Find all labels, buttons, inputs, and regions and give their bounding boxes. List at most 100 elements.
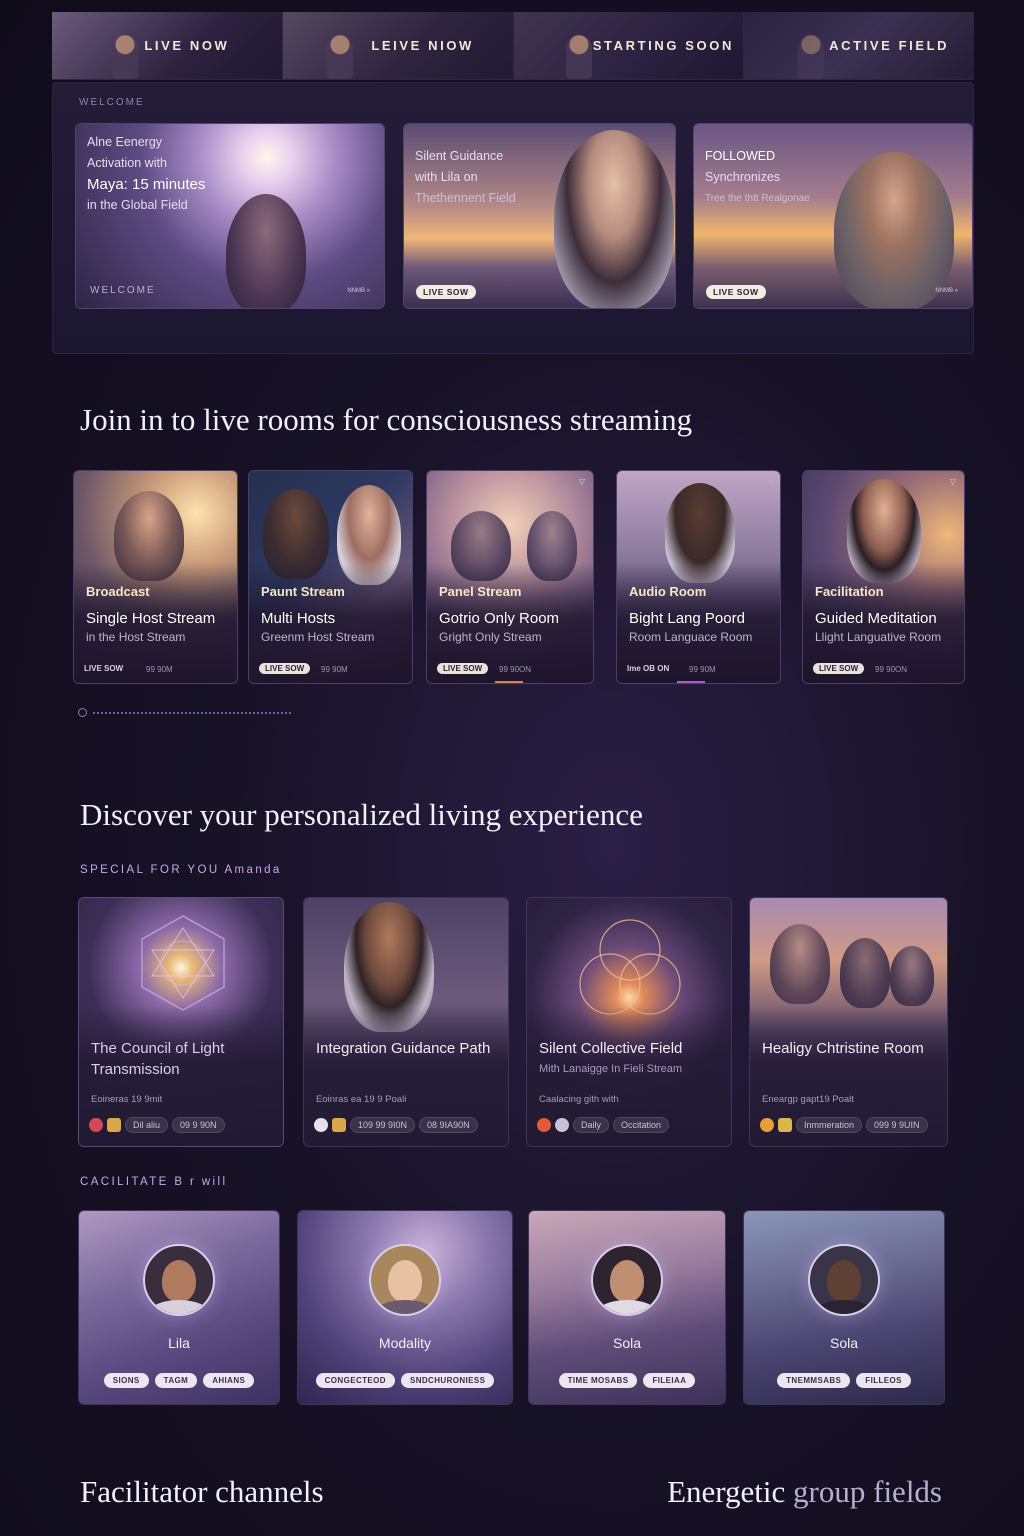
room-time: 99 90ON	[499, 665, 532, 674]
facilitator-card-modality[interactable]: Modality CONGECTEOD SNDCHURONIESS	[297, 1210, 513, 1405]
discover-card-healing-room[interactable]: Healigy Chtristine Room Eneargp gapt19 P…	[749, 897, 948, 1147]
chip[interactable]: Inmmeration	[796, 1117, 863, 1133]
room-card-paunt-stream[interactable]: Paunt Stream Multi Hosts Greenm Host Str…	[248, 470, 413, 684]
welcome-card-followed[interactable]: FOLLOWED Synchronizes Tree the thtt Real…	[693, 123, 973, 309]
discover-card-meta: Eoinras ea 19 9 Poali	[316, 1094, 407, 1105]
tag[interactable]: AHIANS	[203, 1373, 255, 1388]
room-card-facilitation[interactable]: ▽ Facilitation Guided Meditation Llight …	[802, 470, 965, 684]
discover-card-chips: Dil aliu 09 9 90N	[89, 1117, 225, 1133]
welcome-card-text: Alne Eenergy Activation with Maya: 15 mi…	[87, 132, 205, 216]
person-photo	[770, 924, 830, 1004]
card-line: with Lila on	[415, 170, 478, 184]
carousel-track	[93, 711, 291, 714]
carousel-start-icon[interactable]	[78, 708, 87, 717]
bird-icon	[555, 1118, 569, 1132]
avatar[interactable]	[369, 1244, 441, 1316]
heart-icon[interactable]	[314, 1118, 328, 1132]
tag[interactable]: FILEIAA	[643, 1373, 696, 1388]
discover-card-silent-collective-field[interactable]: Silent Collective Field Mith Lanaigge In…	[526, 897, 732, 1147]
welcome-card-text: FOLLOWED Synchronizes Tree the thtt Real…	[705, 146, 810, 209]
facilitator-tags: TIME MOSABS FILEIAA	[529, 1373, 725, 1388]
facilitator-channels-heading[interactable]: Facilitator channels	[80, 1474, 324, 1510]
welcome-card-energy-activation[interactable]: Alne Eenergy Activation with Maya: 15 mi…	[75, 123, 385, 309]
tab-label: STARTING SOON	[592, 38, 734, 53]
room-card-panel-stream[interactable]: ▽ Panel Stream Gotrio Only Room Gright O…	[426, 470, 594, 684]
discover-card-title: Silent Collective Field	[539, 1040, 683, 1057]
heart-icon[interactable]	[537, 1118, 551, 1132]
chip[interactable]: 08 9IA90N	[419, 1117, 478, 1133]
chip[interactable]: 099 9 9UIN	[866, 1117, 928, 1133]
facilitate-eyebrow: CACILITATE B r will	[80, 1176, 228, 1188]
live-rooms-heading: Join in to live rooms for consciousness …	[80, 402, 693, 437]
room-category: Panel Stream	[439, 584, 522, 599]
chip[interactable]: 109 99 9I0N	[350, 1117, 416, 1133]
room-category: Paunt Stream	[261, 584, 345, 599]
room-title: Single Host Stream	[86, 610, 216, 627]
live-pill: LIVE SOW	[259, 663, 311, 674]
discover-card-chips: Daily Occitation	[537, 1117, 670, 1133]
facilitator-name: Sola	[612, 1335, 642, 1351]
room-corner-icon: ▽	[949, 477, 956, 486]
heart-icon[interactable]	[760, 1118, 774, 1132]
welcome-panel: WELCOME Alne Eenergy Activation with May…	[52, 82, 974, 354]
person-portrait	[834, 152, 954, 308]
discover-card-meta: Eneargp gapt19 Poalt	[762, 1094, 854, 1105]
chip[interactable]: 09 9 90N	[172, 1117, 225, 1133]
tab-thumbnail	[326, 35, 353, 79]
tag[interactable]: FILLEOS	[856, 1373, 911, 1388]
discover-card-meta: Eoineras 19 9mit	[91, 1094, 163, 1105]
room-subtitle: Room Languace Room	[629, 630, 753, 644]
live-pill: LIVE SOW	[84, 664, 124, 673]
tag[interactable]: TNEMMSABS	[777, 1373, 851, 1388]
live-pill: LIVE SOW	[416, 285, 476, 299]
person-silhouette	[226, 194, 306, 308]
card-mini-label: NNMB »	[935, 288, 958, 294]
tab-label: LIVE NOW	[144, 38, 230, 53]
facilitator-card-sola-2[interactable]: Sola TNEMMSABS FILLEOS	[743, 1210, 945, 1405]
facilitator-tags: CONGECTEOD SNDCHURONIESS	[298, 1373, 512, 1388]
tag[interactable]: TIME MOSABS	[558, 1373, 638, 1388]
energetic-group-fields-heading[interactable]: Energetic group fields	[667, 1474, 942, 1510]
facilitator-tags: TNEMMSABS FILLEOS	[744, 1373, 944, 1388]
room-category: Facilitation	[815, 584, 884, 599]
room-title: Gotrio Only Room	[439, 610, 560, 627]
tab-live-now[interactable]: LIVE NOW	[52, 12, 283, 79]
heading-strong: Energetic	[667, 1474, 786, 1509]
room-card-audio-room[interactable]: · Audio Room Bight Lang Poord Room Langu…	[616, 470, 781, 684]
carousel-indicator[interactable]	[78, 708, 291, 717]
welcome-card-silent-guidance[interactable]: Silent Guidance with Lila on Thethennent…	[403, 123, 676, 309]
facilitator-card-sola[interactable]: Sola TIME MOSABS FILEIAA	[528, 1210, 726, 1405]
tag[interactable]: SIONS	[103, 1373, 149, 1388]
card-line: Tree the thtt Realgonae	[705, 193, 810, 204]
tag[interactable]: TAGM	[154, 1373, 198, 1388]
chip[interactable]: Dil aliu	[125, 1117, 169, 1133]
room-card-broadcast[interactable]: · Broadcast Single Host Stream in the Ho…	[73, 470, 238, 684]
live-pill: Ime OB ON	[627, 664, 670, 673]
chip[interactable]: Daily	[573, 1117, 610, 1133]
heart-icon[interactable]	[89, 1118, 103, 1132]
room-corner-icon: ·	[226, 477, 229, 486]
tag[interactable]: CONGECTEOD	[315, 1373, 395, 1388]
live-pill: LIVE SOW	[437, 663, 489, 674]
person-photo	[840, 938, 890, 1008]
avatar[interactable]	[808, 1244, 880, 1316]
room-subtitle: Llight Languative Room	[815, 630, 942, 644]
live-pill: LIVE SOW	[706, 285, 766, 299]
card-line: Activation with	[87, 156, 167, 170]
card-line: Silent Guidance	[415, 149, 504, 163]
chip[interactable]: Occitation	[613, 1117, 670, 1133]
room-category: Audio Room	[629, 584, 707, 599]
person-photo	[890, 946, 934, 1006]
welcome-eyebrow: WELCOME	[79, 97, 145, 108]
tab-leive-niow[interactable]: LEIVE NIOW	[282, 12, 514, 79]
discover-card-integration-guidance[interactable]: Integration Guidance Path Eoinras ea 19 …	[303, 897, 509, 1147]
badge-icon	[332, 1118, 346, 1132]
facilitator-card-lila[interactable]: Lila SIONS TAGM AHIANS	[78, 1210, 280, 1405]
avatar[interactable]	[143, 1244, 215, 1316]
avatar[interactable]	[591, 1244, 663, 1316]
tag[interactable]: SNDCHURONIESS	[400, 1373, 495, 1388]
tab-label: LEIVE NIOW	[371, 38, 474, 53]
tab-active-field[interactable]: ACTIVE FIELD	[744, 12, 974, 79]
tab-starting-soon[interactable]: STARTING SOON	[513, 12, 745, 79]
discover-card-council-of-light[interactable]: The Council of Light Transmission Eoiner…	[78, 897, 284, 1147]
